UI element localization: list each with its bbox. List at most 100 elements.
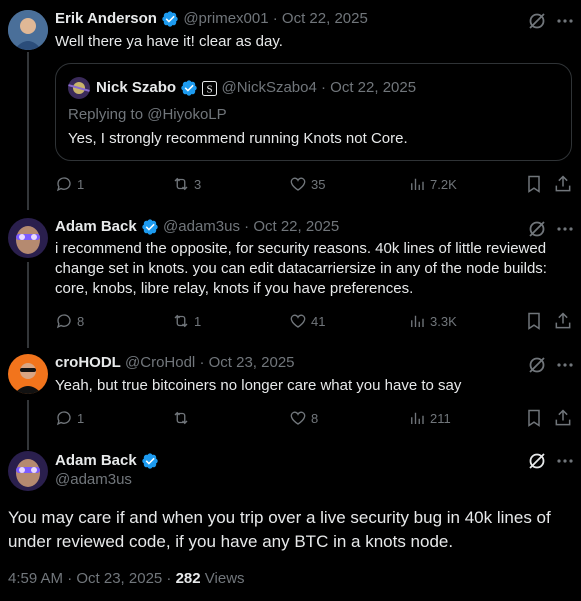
bookmark-icon[interactable] [524, 311, 544, 331]
view-count: 211 [430, 410, 451, 426]
separator: · [321, 79, 326, 97]
reply-count: 1 [77, 176, 85, 192]
tweet-header: Adam Back @adam3us · Oct 22, 2025 [55, 217, 339, 237]
reply-count: 1 [77, 410, 85, 426]
reply-icon [56, 314, 71, 329]
share-icon[interactable] [553, 174, 573, 194]
avatar-crohodl[interactable] [8, 354, 48, 394]
verified-badge-icon [162, 11, 178, 27]
tweet-timestamp[interactable]: 4:59 AM · Oct 23, 2025 · [8, 570, 176, 587]
reply-button[interactable]: 1 [55, 174, 84, 194]
reply-button[interactable]: 1 [55, 408, 84, 428]
avatar-adam-main[interactable] [8, 451, 48, 491]
quote-date[interactable]: Oct 22, 2025 [330, 79, 416, 96]
affiliate-badge-icon: S [202, 80, 218, 96]
views-icon [411, 412, 424, 424]
views-icon [411, 178, 424, 190]
bookmark-icon[interactable] [524, 174, 544, 194]
verified-badge-icon [142, 453, 158, 469]
separator: · [199, 354, 205, 372]
avatar-adam[interactable] [8, 218, 48, 258]
thread-line-2 [27, 262, 29, 348]
verified-badge-icon [181, 80, 197, 96]
tweet-text-line: under reviewed code, if you have any BTC… [8, 532, 454, 551]
heart-icon [290, 411, 306, 425]
tweet-date[interactable]: Oct 22, 2025 [253, 218, 339, 235]
tweet-text-line: i recommend the opposite, for security r… [55, 240, 547, 257]
views-button[interactable]: 211 [408, 408, 451, 428]
views-button[interactable]: 3.3K [408, 311, 457, 331]
reply-icon [56, 411, 71, 426]
retweet-button[interactable] [172, 408, 194, 428]
separator: · [244, 218, 250, 236]
like-button[interactable]: 8 [289, 408, 318, 428]
views-label: Views [200, 570, 245, 587]
like-button[interactable]: 35 [289, 174, 325, 194]
retweet-icon [174, 177, 188, 191]
reply-button[interactable]: 8 [55, 311, 84, 331]
author-name[interactable]: Erik Anderson [55, 10, 157, 27]
quote-avatar[interactable] [68, 77, 90, 99]
heart-icon [290, 314, 306, 328]
more-options-icon[interactable] [555, 219, 575, 239]
views-icon [411, 315, 424, 327]
avatar-erik[interactable] [8, 10, 48, 50]
tweet-text-line: core, knobs, libre relay, knots if you h… [55, 280, 414, 297]
like-count: 41 [311, 313, 326, 329]
more-options-icon[interactable] [555, 451, 575, 471]
tweet-text: Yeah, but true bitcoiners no longer care… [55, 377, 462, 394]
tweet-meta: 4:59 AM · Oct 23, 2025 · 282 Views [8, 570, 245, 587]
tweet-text: Well there ya have it! clear as day. [55, 33, 283, 50]
more-options-icon[interactable] [555, 11, 575, 31]
tweet-header: Erik Anderson @primex001 · Oct 22, 2025 [55, 9, 368, 29]
author-handle[interactable]: @CroHodl [125, 354, 195, 371]
reply-to-label[interactable]: Replying to @HiyokoLP [68, 106, 227, 123]
retweet-count: 3 [194, 176, 202, 192]
author-handle[interactable]: @primex001 [183, 10, 268, 27]
view-count: 3.3K [430, 313, 457, 329]
thread-line-3 [27, 400, 29, 450]
author-name[interactable]: Adam Back [55, 452, 137, 469]
view-count: 7.2K [430, 176, 457, 192]
svg-text:S: S [207, 83, 213, 95]
author-handle[interactable]: @adam3us [55, 471, 132, 488]
main-tweet-header: Adam Back [55, 451, 159, 471]
grok-icon[interactable] [527, 219, 547, 239]
author-name[interactable]: croHODL [55, 354, 121, 371]
tweet-text-line: change set in knots. you can edit dataca… [55, 260, 547, 277]
retweet-icon [174, 411, 188, 425]
quote-author-name[interactable]: Nick Szabo [96, 79, 176, 96]
heart-icon [290, 177, 306, 191]
separator: · [272, 10, 278, 28]
verified-badge-icon [142, 219, 158, 235]
tweet-text-line: You may care if and when you trip over a… [8, 508, 551, 527]
like-button[interactable]: 41 [289, 311, 325, 331]
quote-header: Nick Szabo S @NickSzabo4 · Oct 22, 2025 [96, 78, 416, 98]
tweet-text: i recommend the opposite, for security r… [55, 239, 575, 299]
grok-icon[interactable] [527, 355, 547, 375]
more-options-icon[interactable] [555, 355, 575, 375]
share-icon[interactable] [553, 408, 573, 428]
like-count: 8 [311, 410, 319, 426]
retweet-button[interactable]: 1 [172, 311, 201, 331]
reply-count: 8 [77, 313, 85, 329]
views-button[interactable]: 7.2K [408, 174, 457, 194]
like-count: 35 [311, 176, 326, 192]
main-tweet-text: You may care if and when you trip over a… [8, 506, 551, 554]
tweet-date[interactable]: Oct 23, 2025 [209, 354, 295, 371]
reply-icon [56, 177, 71, 192]
tweet-date[interactable]: Oct 22, 2025 [282, 10, 368, 27]
quoted-tweet[interactable]: Nick Szabo S @NickSzabo4 · Oct 22, 2025 … [55, 63, 572, 161]
quote-author-handle[interactable]: @NickSzabo4 [222, 79, 317, 96]
views-count: 282 [175, 570, 201, 587]
tweet-header: croHODL @CroHodl · Oct 23, 2025 [55, 353, 295, 373]
author-handle[interactable]: @adam3us [163, 218, 240, 235]
grok-icon[interactable] [527, 451, 547, 471]
bookmark-icon[interactable] [524, 408, 544, 428]
share-icon[interactable] [553, 311, 573, 331]
author-name[interactable]: Adam Back [55, 218, 137, 235]
quote-text: Yes, I strongly recommend running Knots … [68, 130, 408, 147]
grok-icon[interactable] [527, 11, 547, 31]
retweet-icon [174, 314, 188, 328]
retweet-button[interactable]: 3 [172, 174, 201, 194]
